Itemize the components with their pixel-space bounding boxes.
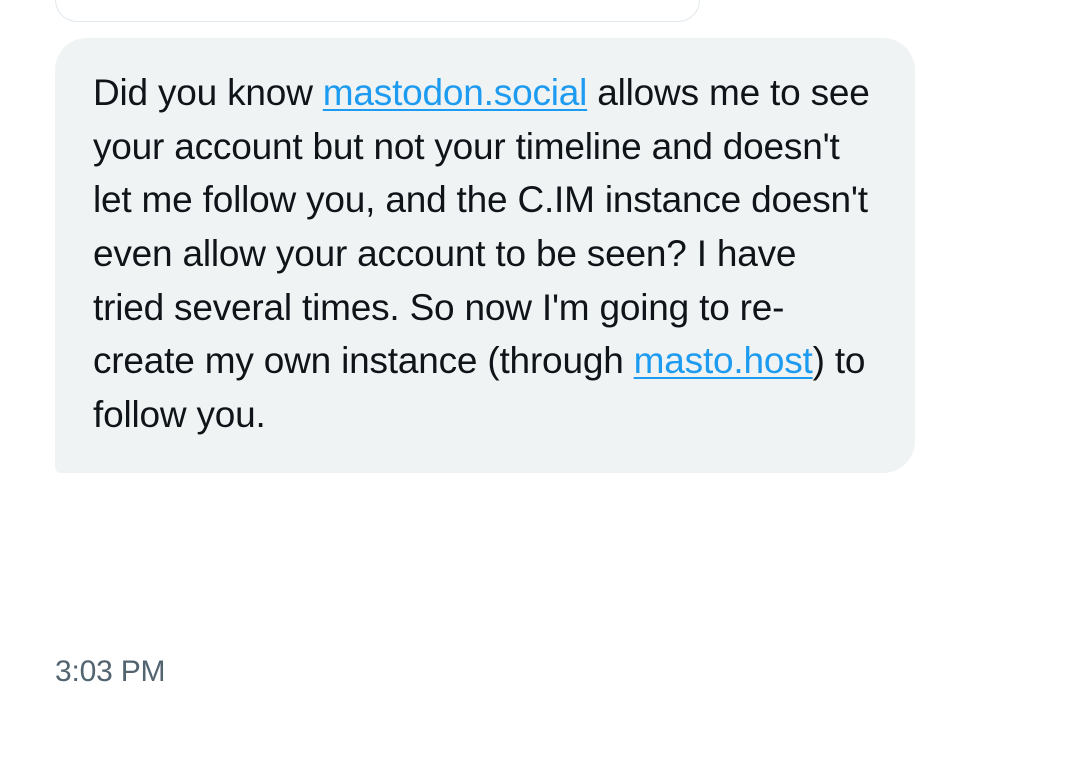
message-text-content: Did you know mastodon.social allows me t…	[93, 66, 877, 441]
previous-message-edge	[55, 0, 700, 22]
link-mastodon-social[interactable]: mastodon.social	[323, 72, 587, 113]
message-text-part2: allows me to see your account but not yo…	[93, 72, 870, 381]
link-masto-host[interactable]: masto.host	[634, 340, 813, 381]
received-message-bubble[interactable]: Did you know mastodon.social allows me t…	[55, 38, 915, 473]
message-text-part1: Did you know	[93, 72, 323, 113]
message-timestamp: 3:03 PM	[55, 655, 165, 689]
